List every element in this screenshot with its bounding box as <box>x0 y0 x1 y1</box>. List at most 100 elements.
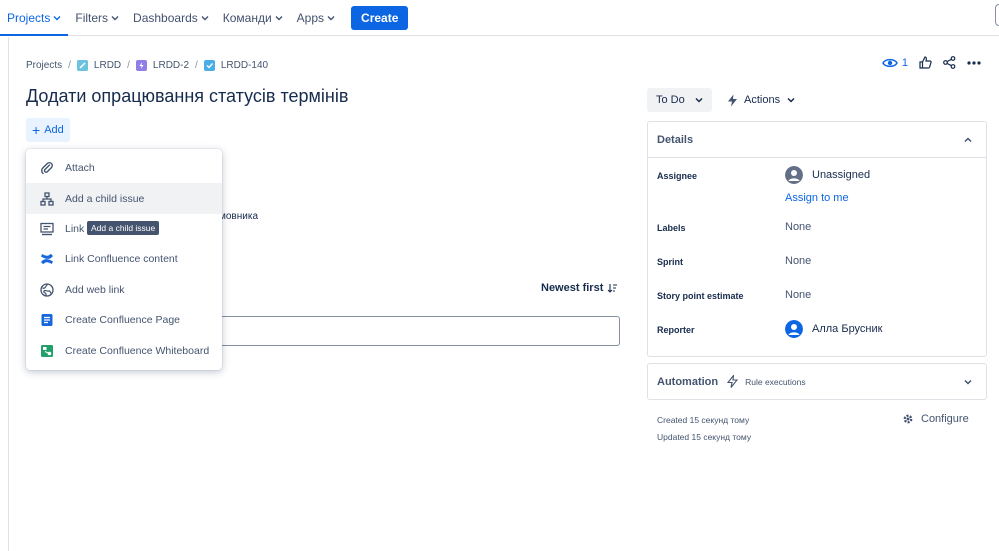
breadcrumb-separator: / <box>127 59 130 71</box>
nav-projects-label: Projects <box>7 10 51 25</box>
labels-value[interactable]: None <box>785 221 811 233</box>
breadcrumb-project-label: LRDD <box>93 59 122 71</box>
assignee-label: Assignee <box>657 171 698 181</box>
watch-button[interactable]: 1 <box>882 57 908 69</box>
menu-item-create-confluence-page[interactable]: Create Confluence Page <box>26 305 222 335</box>
chevron-up-icon <box>964 137 972 143</box>
page-icon <box>40 313 54 327</box>
story-points-value[interactable]: None <box>785 289 811 301</box>
menu-item-create-confluence-whiteboard[interactable]: Create Confluence Whiteboard <box>26 335 222 365</box>
chevron-down-icon <box>201 15 209 20</box>
whiteboard-icon <box>40 344 54 358</box>
menu-item-label: Attach <box>65 162 95 175</box>
configure-label: Configure <box>921 413 969 425</box>
watchers-count: 1 <box>901 56 908 69</box>
plus-icon: + <box>32 122 41 138</box>
breadcrumb-separator: / <box>68 59 71 71</box>
assign-to-me-link[interactable]: Assign to me <box>785 192 849 204</box>
reporter-field[interactable]: Алла Брусник <box>785 320 882 338</box>
tooltip: Add a child issue <box>87 221 160 235</box>
breadcrumb-parent[interactable]: LRDD-2 <box>135 59 190 71</box>
confluence-icon <box>40 252 54 266</box>
vote-button[interactable] <box>919 56 932 69</box>
share-icon <box>943 56 956 69</box>
menu-item-label: Add web link <box>65 283 125 296</box>
menu-item-attach[interactable]: Attach <box>26 153 222 183</box>
nav-filters-label: Filters <box>75 10 109 25</box>
breadcrumb-projects[interactable]: Projects <box>26 60 62 71</box>
details-heading: Details <box>657 133 694 146</box>
status-dropdown[interactable]: To Do <box>647 88 712 112</box>
task-icon <box>203 59 215 71</box>
more-icon <box>967 60 981 65</box>
updated-timestamp: Updated 15 секунд тому <box>657 432 752 442</box>
nav-filters[interactable]: Filters <box>68 0 126 36</box>
menu-item-label: Link Confluence content <box>65 253 178 266</box>
chevron-down-icon <box>695 97 703 103</box>
paperclip-icon <box>40 161 54 175</box>
sort-button[interactable]: Newest first <box>541 282 618 294</box>
issue-title[interactable]: Додати опрацювання статусів термінів <box>26 86 348 107</box>
nav-apps-label: Apps <box>296 10 325 25</box>
details-panel: Details Assignee Unassigned Assign to me… <box>647 121 987 357</box>
breadcrumb-separator: / <box>195 59 198 71</box>
sprint-value[interactable]: None <box>785 255 811 267</box>
add-menu: Attach Add a child issue Link Link Confl… <box>26 149 222 370</box>
nav-edge-control[interactable] <box>995 4 999 26</box>
details-header[interactable]: Details <box>648 122 986 158</box>
breadcrumb-issue-label: LRDD-140 <box>220 59 269 71</box>
nav-dashboards-label: Dashboards <box>133 10 198 25</box>
breadcrumb-issue[interactable]: LRDD-140 <box>203 59 269 71</box>
actions-dropdown[interactable]: Actions <box>727 88 795 112</box>
issue-toolbar: 1 <box>871 56 981 69</box>
project-icon <box>76 59 88 71</box>
share-button[interactable] <box>943 56 956 69</box>
breadcrumb-project[interactable]: LRDD <box>76 59 122 71</box>
configure-button[interactable]: Configure <box>902 413 969 425</box>
created-timestamp: Created 15 секунд тому <box>657 415 750 425</box>
menu-item-add-web-link[interactable]: Add web link <box>26 275 222 305</box>
gear-icon <box>903 414 913 424</box>
automation-sublabel: Rule executions <box>745 376 806 387</box>
chevron-down-icon <box>275 15 283 20</box>
hierarchy-icon <box>40 191 54 206</box>
menu-item-label: Create Confluence Whiteboard <box>65 344 210 357</box>
menu-item-add-child-issue[interactable]: Add a child issue <box>26 183 222 214</box>
nav-teams-label: Команди <box>222 10 272 25</box>
add-button[interactable]: + Add <box>26 118 70 142</box>
eye-icon <box>882 58 898 67</box>
menu-item-label: Add a child issue <box>65 192 145 205</box>
avatar <box>785 320 803 338</box>
nav-teams[interactable]: Команди <box>216 0 290 36</box>
chevron-down-icon <box>964 379 972 385</box>
avatar <box>785 166 803 184</box>
breadcrumb-parent-label: LRDD-2 <box>152 59 190 71</box>
nav-apps[interactable]: Apps <box>290 0 342 36</box>
menu-item-label: Create Confluence Page <box>65 314 180 327</box>
chevron-down-icon <box>53 15 61 20</box>
automation-panel[interactable]: Automation Rule executions <box>647 363 987 400</box>
sprint-label: Sprint <box>657 257 683 267</box>
add-button-label: Add <box>44 124 64 136</box>
reporter-value: Алла Брусник <box>812 323 883 335</box>
epic-icon <box>135 59 147 71</box>
globe-icon <box>40 283 54 297</box>
thumbs-up-icon <box>919 56 932 69</box>
assignee-value: Unassigned <box>812 169 871 181</box>
create-button[interactable]: Create <box>351 5 409 30</box>
reporter-label: Reporter <box>657 325 695 335</box>
chevron-down-icon <box>327 15 335 20</box>
lightning-icon <box>728 94 737 106</box>
menu-item-link-confluence-content[interactable]: Link Confluence content <box>26 244 222 274</box>
description-text: мовника <box>219 211 259 222</box>
nav-projects[interactable]: Projects <box>0 0 69 36</box>
chevron-down-icon <box>111 15 119 20</box>
comment-input[interactable] <box>200 316 620 346</box>
assignee-field[interactable]: Unassigned <box>785 166 870 184</box>
actions-label: Actions <box>744 94 781 106</box>
automation-label: Automation <box>657 375 719 388</box>
more-button[interactable] <box>967 60 981 65</box>
sidebar-divider <box>8 37 9 551</box>
nav-dashboards[interactable]: Dashboards <box>126 0 216 36</box>
menu-item-label: Link <box>65 222 85 235</box>
